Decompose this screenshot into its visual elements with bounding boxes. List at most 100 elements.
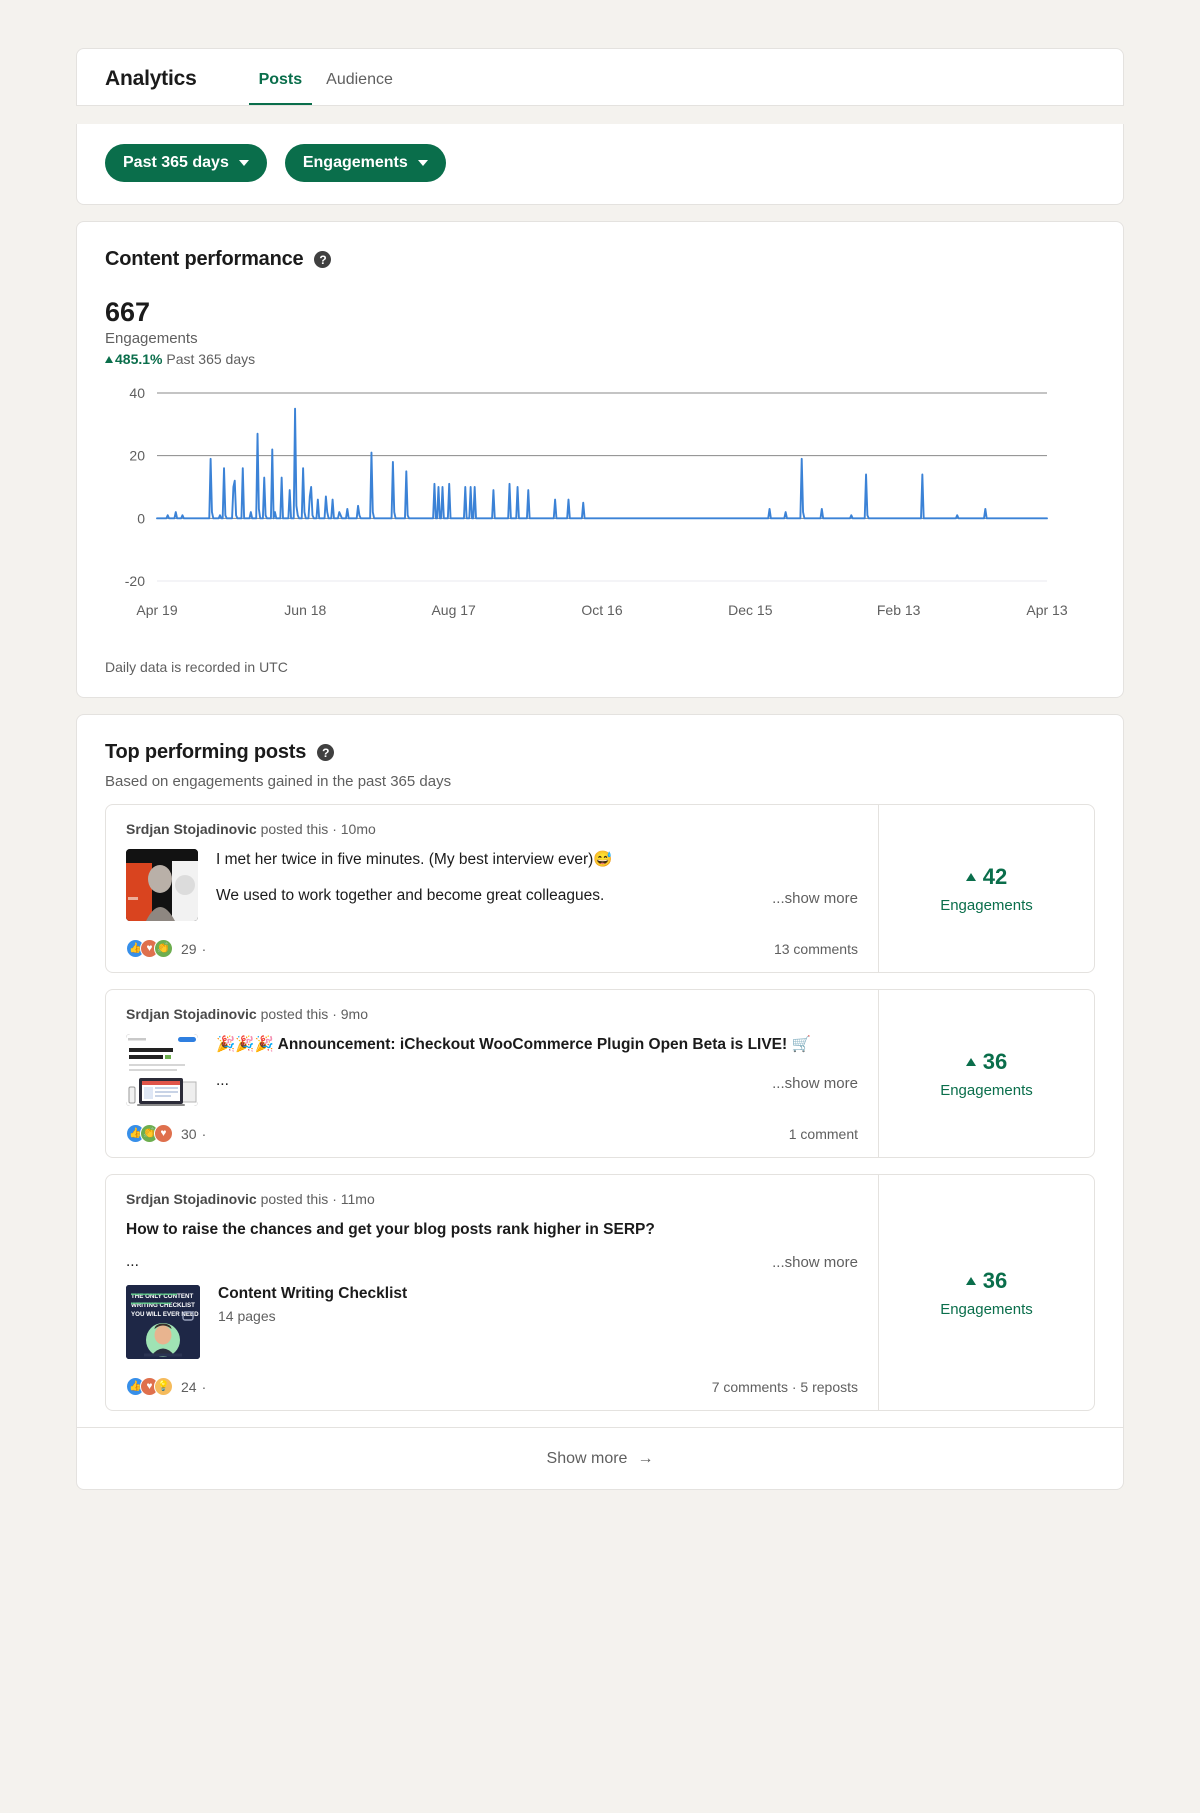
show-more-link[interactable]: ...show more bbox=[772, 1075, 858, 1092]
reaction-insight-icon: 💡 bbox=[154, 1377, 173, 1397]
chart-footnote: Daily data is recorded in UTC bbox=[105, 659, 288, 676]
metric-value: 667 bbox=[105, 297, 151, 327]
svg-text:20: 20 bbox=[129, 448, 145, 464]
trend-up-icon bbox=[965, 1057, 976, 1066]
post-engagements-value: 42 bbox=[982, 863, 1008, 889]
post-row[interactable]: Srdjan Stojadinovic posted this · 10mo I… bbox=[105, 804, 1095, 974]
top-performing-posts-card: Top performing posts ? Based on engageme… bbox=[76, 714, 1124, 1491]
post-footer: 👍 👏 ♥ 30 · 1 comment bbox=[126, 1122, 858, 1144]
reaction-separator: · bbox=[201, 940, 207, 957]
post-text: 🎉🎉🎉 Announcement: iCheckout WooCommerce … bbox=[216, 1034, 858, 1106]
post-engagements-stat: 36 Engagements bbox=[878, 990, 1094, 1158]
post-body: How to raise the chances and get your bl… bbox=[126, 1219, 858, 1360]
post-reactions[interactable]: 👍 👏 ♥ 30 · bbox=[126, 1124, 207, 1144]
trend-up-icon bbox=[105, 356, 113, 364]
post-reactions[interactable]: 👍 ♥ 👏 29 · bbox=[126, 939, 207, 959]
metric-delta-period: Past 365 days bbox=[166, 351, 256, 368]
post-byline: Srdjan Stojadinovic posted this · 10mo bbox=[126, 821, 858, 837]
document-attachment[interactable]: THE ONLY CONTENT WRITING CHECKLIST YOU W… bbox=[126, 1285, 858, 1360]
post-author[interactable]: Srdjan Stojadinovic bbox=[126, 821, 257, 837]
post-body: 🎉🎉🎉 Announcement: iCheckout WooCommerce … bbox=[126, 1034, 858, 1107]
post-comments-count[interactable]: 7 comments · 5 reposts bbox=[712, 1379, 858, 1395]
post-line-with-showmore: ... ...show more bbox=[126, 1253, 858, 1271]
post-thumbnail[interactable] bbox=[126, 849, 198, 922]
metric-filter-label: Engagements bbox=[302, 154, 408, 171]
post-author[interactable]: Srdjan Stojadinovic bbox=[126, 1191, 257, 1207]
post-engagements-stat: 36 Engagements bbox=[878, 1175, 1094, 1411]
post-engagements-label: Engagements bbox=[940, 1081, 1033, 1099]
show-more-label: Show more bbox=[546, 1449, 628, 1467]
document-page-count: 14 pages bbox=[218, 1308, 276, 1325]
svg-text:-20: -20 bbox=[125, 573, 145, 589]
post-author[interactable]: Srdjan Stojadinovic bbox=[126, 1006, 257, 1022]
post-main: Srdjan Stojadinovic posted this · 11mo H… bbox=[106, 1175, 878, 1410]
analytics-page: Analytics Posts Audience Past 365 days E… bbox=[0, 0, 1200, 1813]
svg-text:Dec 15: Dec 15 bbox=[728, 602, 773, 618]
post-byline-meta: posted this · 11mo bbox=[260, 1191, 375, 1208]
post-line: How to raise the chances and get your bl… bbox=[126, 1221, 655, 1239]
reaction-icons: 👍 👏 ♥ bbox=[126, 1124, 173, 1144]
post-comments-count[interactable]: 1 comment bbox=[789, 1126, 858, 1142]
metric-label: Engagements bbox=[105, 330, 198, 348]
post-main: Srdjan Stojadinovic posted this · 9mo 🎉🎉… bbox=[106, 990, 878, 1157]
post-footer: 👍 ♥ 👏 29 · 13 comments bbox=[126, 937, 858, 959]
svg-text:40: 40 bbox=[129, 385, 145, 401]
post-thumbnail[interactable] bbox=[126, 1034, 198, 1107]
post-footer: 👍 ♥ 💡 24 · 7 comments · 5 reposts bbox=[126, 1375, 858, 1397]
post-engagements-value-row: 36 bbox=[965, 1048, 1008, 1075]
document-title: Content Writing Checklist bbox=[218, 1285, 408, 1303]
date-range-label: Past 365 days bbox=[123, 154, 229, 171]
tab-audience[interactable]: Audience bbox=[316, 71, 403, 105]
post-comments-count[interactable]: 13 comments bbox=[774, 941, 858, 957]
help-icon[interactable]: ? bbox=[314, 251, 332, 268]
metric-delta: 485.1% Past 365 days bbox=[105, 351, 1095, 367]
show-more-link[interactable]: ...show more bbox=[772, 1254, 858, 1271]
svg-text:Aug 17: Aug 17 bbox=[431, 602, 476, 618]
metric-delta-value: 485.1% bbox=[115, 351, 163, 368]
reaction-icons: 👍 ♥ 💡 bbox=[126, 1377, 173, 1397]
engagements-chart: 40 20 0 -20 Apr 19 Jun 18 Aug 17 Oct 16 Dec 15 Fe… bbox=[105, 385, 1095, 633]
post-byline: Srdjan Stojadinovic posted this · 11mo bbox=[126, 1191, 858, 1207]
reaction-separator: · bbox=[201, 1125, 207, 1142]
show-more-posts-button[interactable]: Show more → bbox=[77, 1427, 1123, 1489]
post-row[interactable]: Srdjan Stojadinovic posted this · 11mo H… bbox=[105, 1174, 1095, 1412]
post-engagements-label: Engagements bbox=[940, 896, 1033, 914]
tab-posts[interactable]: Posts bbox=[248, 71, 313, 105]
svg-text:Oct 16: Oct 16 bbox=[581, 602, 622, 618]
post-line-with-showmore: ... ...show more bbox=[216, 1056, 858, 1092]
content-performance-title: Content performance bbox=[105, 248, 304, 270]
post-byline-meta: posted this · 10mo bbox=[260, 821, 376, 838]
post-engagements-value: 36 bbox=[982, 1048, 1008, 1074]
show-more-link[interactable]: ...show more bbox=[772, 890, 858, 907]
post-byline-meta: posted this · 9mo bbox=[260, 1006, 368, 1023]
post-engagements-value-row: 36 bbox=[965, 1267, 1008, 1294]
post-line: 🎉🎉🎉 Announcement: iCheckout WooCommerce … bbox=[216, 1036, 811, 1054]
reaction-heart-icon: ♥ bbox=[154, 1124, 173, 1144]
post-line: We used to work together and become grea… bbox=[216, 887, 605, 905]
document-meta: Content Writing Checklist 14 pages bbox=[218, 1285, 407, 1324]
post-reactions[interactable]: 👍 ♥ 💡 24 · bbox=[126, 1377, 206, 1397]
post-engagements-value: 36 bbox=[982, 1267, 1008, 1293]
reaction-count: 29 bbox=[181, 940, 197, 957]
date-range-filter[interactable]: Past 365 days bbox=[105, 144, 267, 182]
svg-text:Apr 13: Apr 13 bbox=[1026, 602, 1067, 618]
post-line: ... bbox=[216, 1072, 229, 1090]
post-row[interactable]: Srdjan Stojadinovic posted this · 9mo 🎉🎉… bbox=[105, 989, 1095, 1159]
reaction-icons: 👍 ♥ 👏 bbox=[126, 939, 173, 959]
svg-text:Feb 13: Feb 13 bbox=[877, 602, 921, 618]
top-posts-list: Srdjan Stojadinovic posted this · 10mo I… bbox=[77, 804, 1123, 1412]
top-posts-title: Top performing posts bbox=[105, 741, 307, 764]
chevron-down-icon bbox=[238, 160, 249, 166]
content-performance-card: Content performance ? 667 Engagements 48… bbox=[76, 221, 1124, 699]
metric-filter[interactable]: Engagements bbox=[284, 144, 446, 182]
svg-text:Jun 18: Jun 18 bbox=[284, 602, 326, 618]
engagements-line-chart: 40 20 0 -20 Apr 19 Jun 18 Aug 17 Oct 16 Dec 15 Fe… bbox=[125, 385, 1068, 618]
help-icon[interactable]: ? bbox=[317, 744, 335, 762]
engagements-metric: 667 Engagements 485.1% Past 365 days bbox=[105, 297, 1095, 367]
trend-up-icon bbox=[965, 1276, 976, 1285]
content-performance-title-row: Content performance ? bbox=[105, 248, 1095, 271]
analytics-tabs: Posts Audience bbox=[248, 71, 403, 105]
arrow-right-icon: → bbox=[637, 1449, 654, 1467]
document-cover-thumbnail: THE ONLY CONTENT WRITING CHECKLIST YOU W… bbox=[126, 1285, 200, 1360]
top-posts-title-row: Top performing posts ? bbox=[105, 741, 1095, 764]
